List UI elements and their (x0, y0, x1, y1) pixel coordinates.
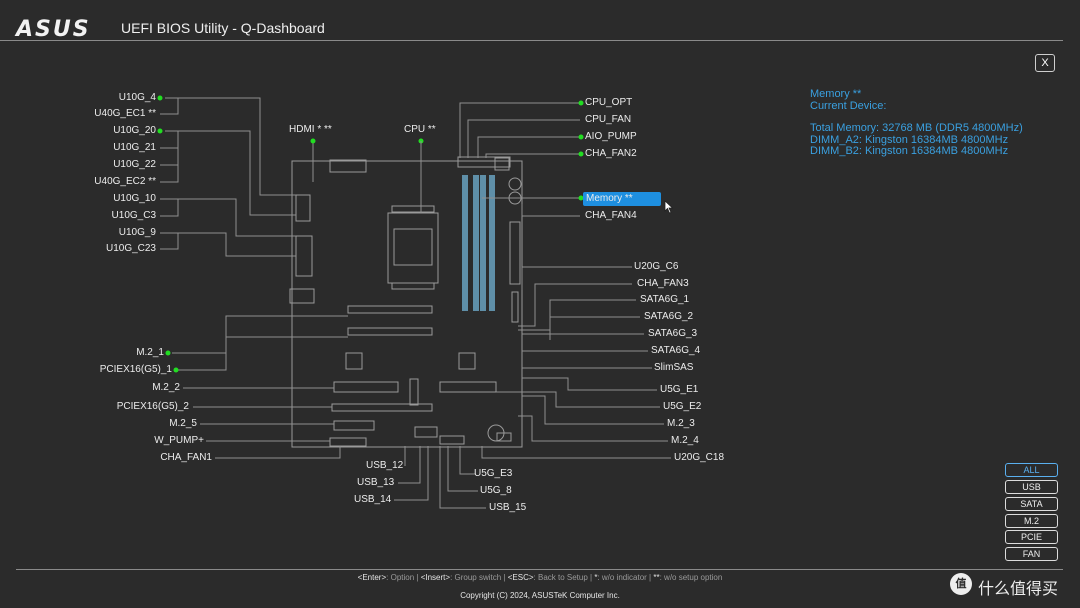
watermark: 值 什么值得买 (950, 573, 1070, 599)
port-label-u5g-e1[interactable]: U5G_E1 (660, 384, 698, 396)
port-label-m2-4[interactable]: M.2_4 (671, 435, 699, 447)
help-desc: w/o indicator (601, 573, 647, 582)
help-desc: w/o setup option (664, 573, 723, 582)
port-label-sata6g-4[interactable]: SATA6G_4 (651, 345, 700, 357)
footer-divider (16, 569, 1063, 570)
port-label-cpu-fan[interactable]: CPU_FAN (585, 114, 631, 126)
filter-m2-button[interactable]: M.2 (1005, 514, 1058, 528)
port-label-u10g-c23[interactable]: U10G_C23 (80, 243, 156, 255)
port-label-cpu-opt[interactable]: CPU_OPT (585, 97, 632, 109)
port-label-aio-pump[interactable]: AIO_PUMP (585, 131, 637, 143)
cpu-socket (387, 212, 439, 284)
port-label-sata6g-3[interactable]: SATA6G_3 (648, 328, 697, 340)
port-label-m2-1[interactable]: M.2_1 (80, 347, 164, 359)
port-label-m2-2[interactable]: M.2_2 (80, 382, 180, 394)
port-label-memory[interactable]: Memory ** (586, 193, 633, 205)
port-label-u10g-20[interactable]: U10G_20 (80, 125, 156, 137)
port-label-u10g-4[interactable]: U10G_4 (80, 92, 156, 104)
port-label-usb-12[interactable]: USB_12 (366, 460, 403, 472)
port-label-u10g-21[interactable]: U10G_21 (80, 142, 156, 154)
filter-usb-button[interactable]: USB (1005, 480, 1058, 494)
help-key: * (594, 573, 598, 582)
port-label-u20g-c18[interactable]: U20G_C18 (674, 452, 724, 464)
port-label-hdmi[interactable]: HDMI * ** (289, 124, 332, 136)
port-label-cha-fan1[interactable]: CHA_FAN1 (80, 452, 212, 464)
watermark-badge-icon: 值 (950, 573, 972, 595)
filter-all-button[interactable]: ALL (1005, 463, 1058, 477)
watermark-text: 什么值得买 (978, 579, 1059, 598)
filter-sata-button[interactable]: SATA (1005, 497, 1058, 511)
cpu-die (393, 228, 433, 266)
filter-pcie-button[interactable]: PCIE (1005, 530, 1058, 544)
port-label-cha-fan4[interactable]: CHA_FAN4 (585, 210, 637, 222)
help-desc: Group switch (454, 573, 502, 582)
port-label-u10g-c3[interactable]: U10G_C3 (80, 210, 156, 222)
port-label-slimsas[interactable]: SlimSAS (654, 362, 693, 374)
port-label-usb-13[interactable]: USB_13 (357, 477, 394, 489)
keyboard-help: <Enter>: Option | <Insert>: Group switch… (357, 573, 723, 582)
port-label-sata6g-2[interactable]: SATA6G_2 (644, 311, 693, 323)
dimm-slots (462, 175, 495, 311)
motherboard-diagram (157, 95, 671, 509)
port-label-u5g-8[interactable]: U5G_8 (480, 485, 512, 497)
help-key: <Enter> (357, 573, 387, 582)
port-label-u40g-ec2[interactable]: U40G_EC2 ** (80, 176, 156, 188)
port-label-usb-15[interactable]: USB_15 (489, 502, 526, 514)
port-label-m2-3[interactable]: M.2_3 (667, 418, 695, 430)
help-key: <ESC> (507, 573, 534, 582)
port-label-m2-5[interactable]: M.2_5 (80, 418, 197, 430)
filter-fan-button[interactable]: FAN (1005, 547, 1058, 561)
port-label-usb-14[interactable]: USB_14 (354, 494, 391, 506)
port-label-w-pump[interactable]: W_PUMP+ (80, 435, 204, 447)
port-label-u20g-c6[interactable]: U20G_C6 (634, 261, 678, 273)
help-desc: Back to Setup (537, 573, 588, 582)
mouse-pointer-icon (664, 200, 674, 214)
help-key: <Insert> (420, 573, 451, 582)
port-label-u10g-10[interactable]: U10G_10 (80, 193, 156, 205)
port-label-u10g-22[interactable]: U10G_22 (80, 159, 156, 171)
port-label-u5g-e2[interactable]: U5G_E2 (663, 401, 701, 413)
port-label-u5g-e3[interactable]: U5G_E3 (474, 468, 512, 480)
port-label-u40g-ec1[interactable]: U40G_EC1 ** (80, 108, 156, 120)
port-label-cha-fan2[interactable]: CHA_FAN2 (585, 148, 637, 160)
port-label-pciex16-g5-2[interactable]: PCIEX16(G5)_2 (80, 401, 189, 413)
port-label-cpu[interactable]: CPU ** (404, 124, 436, 136)
port-label-pciex16-g5-1[interactable]: PCIEX16(G5)_1 (80, 364, 172, 376)
copyright-text: Copyright (C) 2024, ASUSTeK Computer Inc… (460, 591, 620, 600)
help-key: ** (653, 573, 660, 582)
help-desc: Option (390, 573, 415, 582)
port-label-cha-fan3[interactable]: CHA_FAN3 (637, 278, 689, 290)
port-label-u10g-9[interactable]: U10G_9 (80, 227, 156, 239)
port-label-sata6g-1[interactable]: SATA6G_1 (640, 294, 689, 306)
